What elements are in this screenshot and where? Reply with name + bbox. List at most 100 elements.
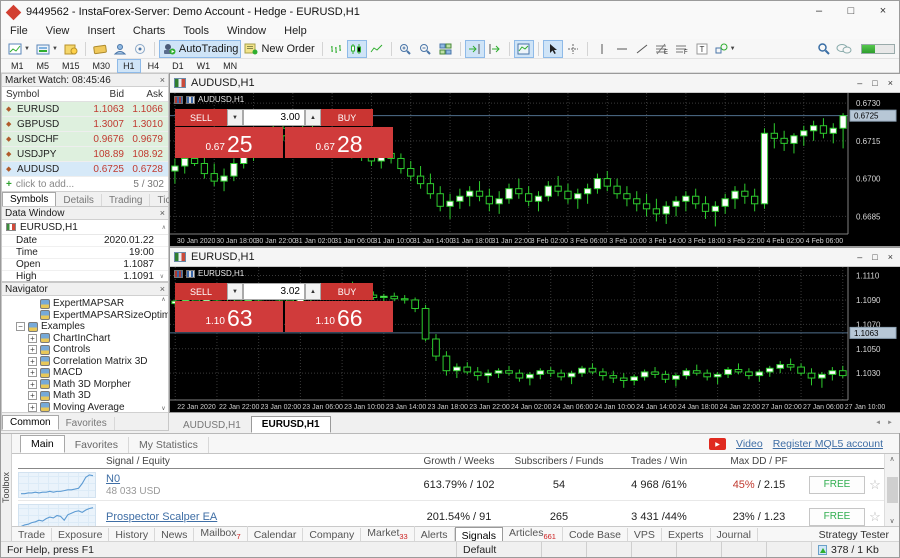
signal-link[interactable]: Prospector Scalper EA bbox=[106, 511, 409, 523]
trade-panel-button[interactable] bbox=[61, 40, 81, 58]
buy-button[interactable]: BUY bbox=[321, 283, 373, 300]
tree-item-moving-average[interactable]: + Moving Average bbox=[2, 402, 168, 413]
chevron-down-icon[interactable]: ▼ bbox=[24, 46, 30, 52]
tree-item-expertmapsar[interactable]: ExpertMAPSAR bbox=[2, 298, 168, 310]
buy-price-panel[interactable]: 0.6728 bbox=[285, 127, 393, 158]
profile-cell[interactable]: Default bbox=[456, 542, 541, 557]
close-button[interactable]: × bbox=[867, 1, 899, 23]
tab-main[interactable]: Main bbox=[20, 435, 65, 453]
strategy-tester-label[interactable]: Strategy Tester bbox=[819, 529, 899, 541]
timeframe-mn[interactable]: MN bbox=[217, 59, 243, 73]
tree-item-macd[interactable]: + MACD bbox=[2, 367, 168, 379]
close-icon[interactable]: × bbox=[160, 208, 165, 218]
signal-link[interactable]: N0 bbox=[106, 473, 409, 485]
tile-windows-button[interactable] bbox=[436, 40, 456, 58]
minimize-button[interactable]: – bbox=[803, 1, 835, 23]
header-maxdd-pf[interactable]: Max DD / PF bbox=[709, 456, 809, 467]
tree-item-examples[interactable]: − Examples bbox=[2, 321, 168, 333]
scroll-up-icon[interactable]: ∧ bbox=[162, 224, 168, 231]
timeframe-m15[interactable]: M15 bbox=[56, 59, 86, 73]
sell-price-panel[interactable]: 0.6725 bbox=[175, 127, 283, 158]
tab-alerts[interactable]: Alerts bbox=[415, 528, 455, 542]
free-button[interactable]: FREE bbox=[809, 508, 865, 526]
buy-price-panel[interactable]: 1.1066 bbox=[285, 301, 393, 332]
fibo-levels-tool[interactable]: F bbox=[672, 40, 692, 58]
signal-row-n0[interactable]: N0 48 033 USD 613.79% / 102 54 4 968 /61… bbox=[18, 469, 891, 501]
header-growth-weeks[interactable]: Growth / Weeks bbox=[409, 456, 509, 467]
market-watch-button[interactable] bbox=[90, 40, 110, 58]
minimize-button[interactable]: – bbox=[857, 252, 862, 262]
bar-chart-type-button[interactable] bbox=[327, 40, 347, 58]
market-row-eurusd[interactable]: ◆ EURUSD 1.1063 1.1066 bbox=[2, 102, 168, 117]
auto-scroll-button[interactable] bbox=[465, 40, 485, 58]
tab-scroll-right-icon[interactable]: ► bbox=[887, 420, 893, 426]
register-mql5-link[interactable]: Register MQL5 account bbox=[773, 438, 883, 450]
tab-common[interactable]: Common bbox=[2, 415, 59, 430]
favorite-star-icon[interactable]: ☆ bbox=[865, 509, 885, 525]
new-chart-button[interactable]: ▼ bbox=[5, 40, 33, 58]
add-symbol-row[interactable]: + click to add... 5 / 302 bbox=[2, 177, 168, 191]
volume-up-button[interactable]: ▲ bbox=[305, 109, 321, 126]
chart-window-titlebar[interactable]: EURUSD,H1 – □ × bbox=[170, 248, 900, 267]
timeframe-h1[interactable]: H1 bbox=[117, 59, 141, 73]
close-icon[interactable]: × bbox=[160, 284, 165, 294]
expand-icon[interactable]: + bbox=[28, 357, 37, 366]
signal-row-prospector[interactable]: Prospector Scalper EA 201.54% / 91 265 3… bbox=[18, 501, 891, 526]
maximize-button[interactable]: □ bbox=[872, 252, 877, 262]
expand-icon[interactable]: + bbox=[28, 368, 37, 377]
community-chat-button[interactable] bbox=[833, 40, 855, 58]
tab-favorites[interactable]: Favorites bbox=[59, 417, 115, 430]
menu-window[interactable]: Window bbox=[218, 25, 275, 37]
header-signal-equity[interactable]: Signal / Equity bbox=[106, 456, 409, 467]
menu-charts[interactable]: Charts bbox=[124, 25, 174, 37]
sell-button[interactable]: SELL bbox=[175, 109, 227, 126]
menu-insert[interactable]: Insert bbox=[78, 25, 124, 37]
chart-tab-audusd[interactable]: AUDUSD,H1 bbox=[173, 418, 251, 433]
scrollbar-thumb[interactable] bbox=[887, 477, 898, 503]
timeframe-m5[interactable]: M5 bbox=[31, 59, 56, 73]
scroll-down-icon[interactable]: ∨ bbox=[160, 273, 166, 280]
tab-experts[interactable]: Experts bbox=[662, 528, 711, 542]
tree-item-chartinchart[interactable]: + ChartInChart bbox=[2, 333, 168, 345]
volume-input[interactable]: 3.00 bbox=[243, 109, 305, 126]
close-button[interactable]: × bbox=[888, 78, 893, 88]
tab-symbols[interactable]: Symbols bbox=[2, 192, 56, 207]
expand-icon[interactable]: + bbox=[28, 391, 37, 400]
tab-scroll-left-icon[interactable]: ◄ bbox=[875, 420, 881, 426]
volume-input[interactable]: 3.02 bbox=[243, 283, 305, 300]
navigator-scrollbar[interactable]: ∧ ∨ bbox=[159, 296, 168, 412]
buy-button[interactable]: BUY bbox=[321, 109, 373, 126]
chart-window-titlebar[interactable]: AUDUSD,H1 – □ × bbox=[170, 74, 900, 93]
timeframe-m30[interactable]: M30 bbox=[87, 59, 117, 73]
menu-file[interactable]: File bbox=[1, 25, 37, 37]
menu-tools[interactable]: Tools bbox=[174, 25, 218, 37]
crosshair-tool-button[interactable] bbox=[563, 40, 583, 58]
profiles-button[interactable]: ▼ bbox=[33, 40, 61, 58]
volume-down-button[interactable]: ▼ bbox=[227, 283, 243, 300]
chevron-down-icon[interactable]: ▼ bbox=[52, 46, 58, 52]
tab-calendar[interactable]: Calendar bbox=[248, 528, 304, 542]
navigator-button[interactable] bbox=[130, 40, 150, 58]
text-tool[interactable]: T bbox=[692, 40, 712, 58]
favorite-star-icon[interactable]: ☆ bbox=[865, 477, 885, 493]
tab-company[interactable]: Company bbox=[303, 528, 361, 542]
indicators-window-button[interactable] bbox=[514, 40, 534, 58]
trendline-tool[interactable] bbox=[632, 40, 652, 58]
expand-icon[interactable]: + bbox=[28, 345, 37, 354]
minimize-button[interactable]: – bbox=[857, 78, 862, 88]
signals-scrollbar[interactable]: ∧ ∨ bbox=[884, 454, 899, 526]
menu-view[interactable]: View bbox=[37, 25, 79, 37]
tab-trade[interactable]: Trade bbox=[12, 528, 52, 542]
tree-item-correlation-matrix-3d[interactable]: + Correlation Matrix 3D bbox=[2, 356, 168, 368]
market-row-audusd[interactable]: ◆ AUDUSD 0.6725 0.6728 bbox=[2, 162, 168, 177]
free-button[interactable]: FREE bbox=[809, 476, 865, 494]
column-symbol[interactable]: Symbol bbox=[2, 89, 82, 100]
new-order-button[interactable]: New Order bbox=[241, 40, 317, 58]
line-chart-type-button[interactable] bbox=[367, 40, 387, 58]
tab-journal[interactable]: Journal bbox=[711, 528, 758, 542]
chevron-down-icon[interactable]: ▼ bbox=[730, 46, 736, 52]
chart-tab-eurusd[interactable]: EURUSD,H1 bbox=[251, 416, 331, 433]
timeframe-h4[interactable]: H4 bbox=[142, 59, 166, 73]
tab-favorites-signals[interactable]: Favorites bbox=[65, 437, 129, 453]
column-ask[interactable]: Ask bbox=[124, 89, 166, 100]
